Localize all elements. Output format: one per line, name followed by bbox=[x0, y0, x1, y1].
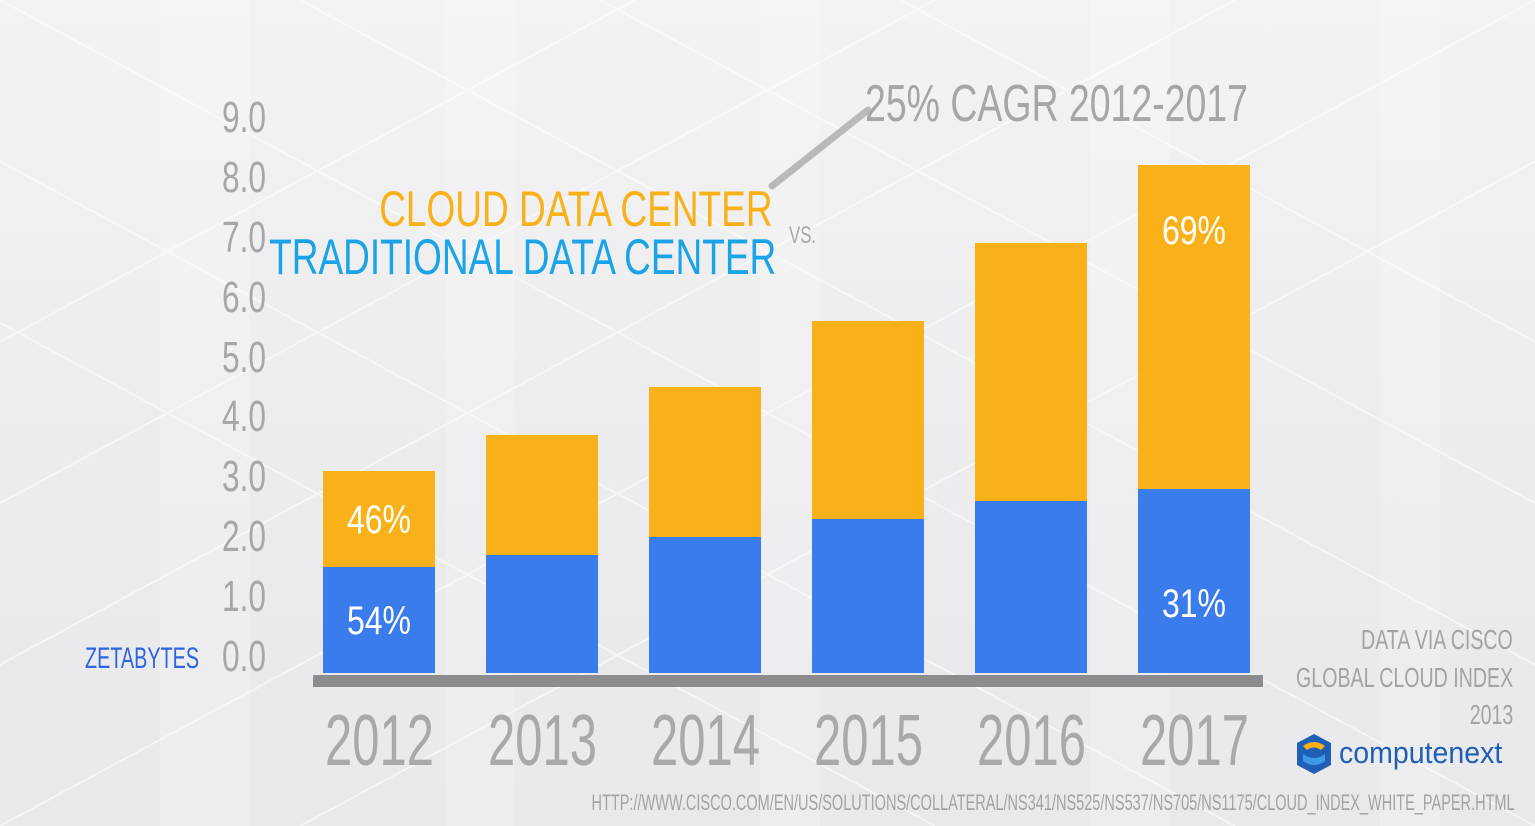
bar-cloud-2014 bbox=[649, 387, 761, 537]
y-tick-label: 0.0 bbox=[222, 632, 267, 681]
y-tick-label: 9.0 bbox=[222, 93, 267, 142]
data-label-2017-cloud: 69% bbox=[1162, 208, 1226, 253]
source-line-1: DATA VIA CISCO bbox=[1361, 624, 1513, 655]
x-tick-label: 2017 bbox=[1140, 701, 1249, 781]
data-label-2012-traditional: 54% bbox=[347, 598, 411, 643]
bar-cloud-2015 bbox=[812, 321, 924, 519]
legend-vs-label: VS. bbox=[789, 222, 817, 249]
computenext-logo-text: computenext bbox=[1339, 735, 1503, 770]
y-tick-label: 7.0 bbox=[222, 213, 267, 262]
x-tick-label: 2012 bbox=[325, 701, 434, 781]
bar-cloud-2016 bbox=[975, 243, 1087, 501]
y-tick-label: 6.0 bbox=[222, 273, 267, 322]
data-label-2017-traditional: 31% bbox=[1162, 581, 1226, 626]
x-tick-label: 2014 bbox=[651, 701, 760, 781]
computenext-logo-icon bbox=[1297, 734, 1331, 774]
x-tick-label: 2015 bbox=[814, 701, 923, 781]
x-tick-label: 2013 bbox=[488, 701, 597, 781]
y-axis-label: ZETABYTES bbox=[85, 642, 200, 675]
source-line-3: 2013 bbox=[1469, 699, 1513, 730]
computenext-logo: computenext bbox=[1295, 732, 1515, 776]
source-url: HTTP://WWW.CISCO.COM/EN/US/SOLUTIONS/COL… bbox=[591, 790, 1515, 815]
bar-traditional-2013 bbox=[486, 555, 598, 673]
y-tick-label: 1.0 bbox=[222, 572, 267, 621]
y-tick-label: 2.0 bbox=[222, 512, 267, 561]
bar-traditional-2015 bbox=[812, 519, 924, 673]
bar-cloud-2013 bbox=[486, 435, 598, 555]
data-label-2012-cloud: 46% bbox=[347, 497, 411, 542]
y-tick-label: 4.0 bbox=[222, 392, 267, 441]
legend-traditional-label: TRADITIONAL DATA CENTER bbox=[268, 229, 776, 285]
x-tick-label: 2016 bbox=[977, 701, 1086, 781]
annotation-connector-line bbox=[768, 106, 872, 190]
y-tick-label: 8.0 bbox=[222, 153, 267, 202]
cagr-annotation: 25% CAGR 2012-2017 bbox=[865, 75, 1248, 133]
bar-traditional-2014 bbox=[649, 537, 761, 673]
y-tick-label: 5.0 bbox=[222, 333, 267, 382]
x-axis-line bbox=[313, 675, 1263, 687]
source-line-2: GLOBAL CLOUD INDEX bbox=[1295, 662, 1513, 693]
y-tick-label: 3.0 bbox=[222, 452, 267, 501]
bar-traditional-2016 bbox=[975, 501, 1087, 673]
